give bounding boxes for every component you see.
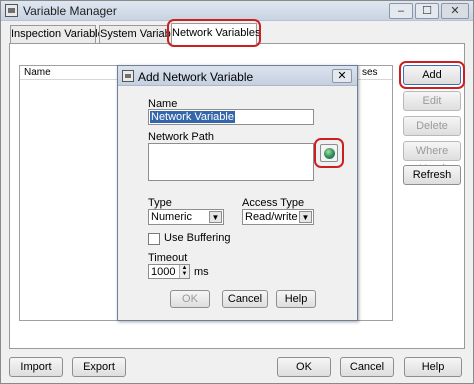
import-button[interactable]: Import [9, 357, 63, 377]
timeout-label: Timeout [148, 252, 188, 264]
ok-button[interactable]: OK [277, 357, 331, 377]
access-type-label: Access Type [242, 197, 305, 209]
where-used-button[interactable]: Where Used [403, 141, 461, 175]
type-label: Type [148, 197, 172, 209]
dialog-close-button[interactable]: ✕ [332, 69, 352, 83]
tab-highlight-annotation [167, 19, 261, 47]
network-path-label: Network Path [148, 131, 215, 143]
timeout-input[interactable]: 1000 ▲ ▼ [148, 264, 190, 279]
variable-manager-window: Variable Manager – ☐ ✕ Inspection Variab… [0, 0, 474, 384]
access-type-select-value: Read/write [245, 211, 298, 223]
timeout-unit-label: ms [194, 266, 209, 278]
use-buffering-checkbox[interactable] [148, 233, 160, 245]
cancel-button[interactable]: Cancel [340, 357, 394, 377]
add-network-variable-dialog: Add Network Variable ✕ Name Network Vari… [117, 65, 358, 321]
dialog-icon [122, 70, 134, 82]
browse-highlight-annotation [314, 138, 344, 168]
add-highlight-annotation [399, 61, 465, 89]
title-bar[interactable]: Variable Manager – ☐ ✕ [1, 1, 473, 21]
column-header-name[interactable]: Name [24, 67, 51, 78]
network-path-input[interactable] [148, 143, 314, 181]
dialog-ok-button[interactable]: OK [170, 290, 210, 308]
tab-inspection-variables[interactable]: Inspection Variables [10, 25, 109, 43]
type-select-value: Numeric [151, 211, 192, 223]
name-input-value: Network Variable [150, 111, 235, 123]
dialog-cancel-button[interactable]: Cancel [222, 290, 268, 308]
chevron-down-icon[interactable]: ▼ [299, 211, 312, 223]
app-icon [5, 4, 18, 17]
name-input[interactable]: Network Variable [148, 109, 314, 125]
export-button[interactable]: Export [72, 357, 126, 377]
use-buffering-label[interactable]: Use Buffering [164, 232, 230, 244]
chevron-down-icon[interactable]: ▼ [209, 211, 222, 223]
help-button[interactable]: Help [404, 357, 462, 377]
maximize-button[interactable]: ☐ [415, 3, 439, 19]
column-header-uses[interactable]: ses [362, 67, 378, 78]
timeout-input-value: 1000 [151, 266, 176, 278]
close-button[interactable]: ✕ [441, 3, 469, 19]
delete-button[interactable]: Delete [403, 116, 461, 136]
minimize-button[interactable]: – [389, 3, 413, 19]
edit-button[interactable]: Edit [403, 91, 461, 111]
dialog-title-bar[interactable]: Add Network Variable ✕ [118, 66, 357, 86]
spinner-arrows-icon[interactable]: ▲ ▼ [179, 265, 189, 278]
access-type-select[interactable]: Read/write ▼ [242, 209, 314, 225]
refresh-button[interactable]: Refresh [403, 165, 461, 185]
window-title: Variable Manager [23, 4, 117, 18]
dialog-help-button[interactable]: Help [276, 290, 316, 308]
type-select[interactable]: Numeric ▼ [148, 209, 224, 225]
dialog-title: Add Network Variable [138, 70, 254, 84]
tab-system-variables[interactable]: System Variables [99, 25, 185, 43]
